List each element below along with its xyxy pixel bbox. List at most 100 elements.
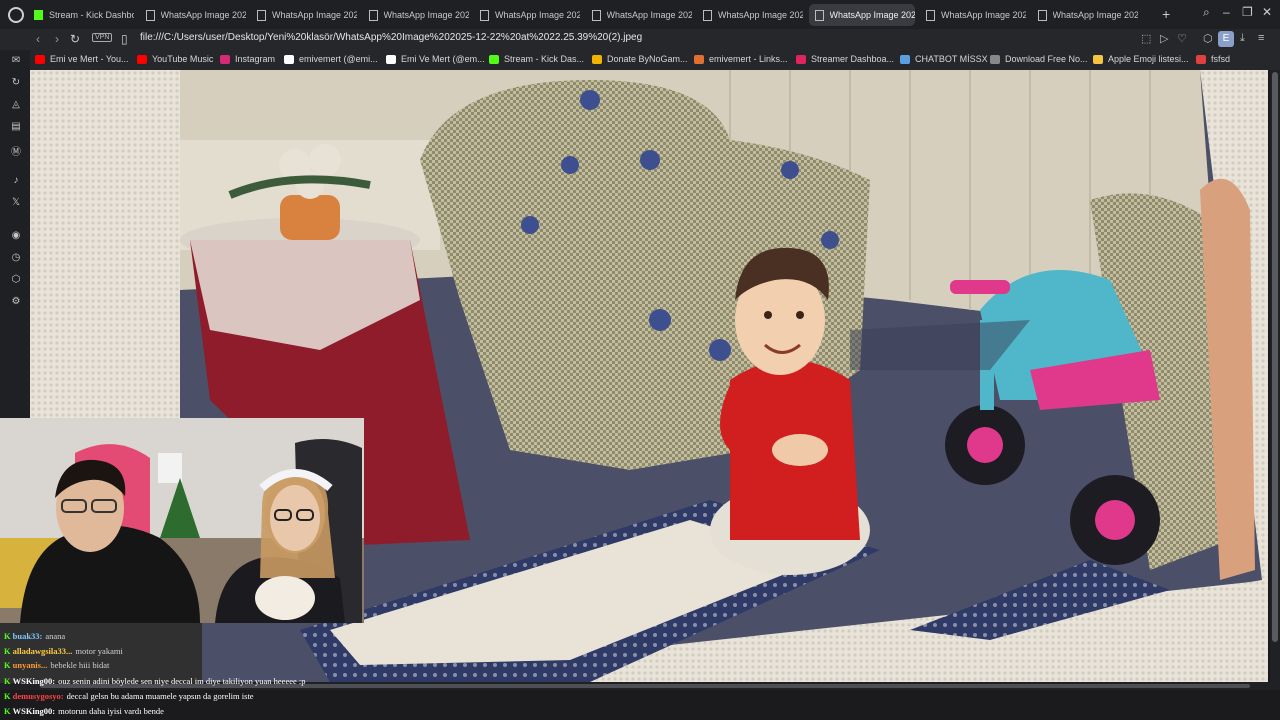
- bookmark-label: CHATBOT MİSSX: [915, 54, 988, 64]
- tiktok-icon[interactable]: ♪: [10, 175, 22, 186]
- bookmark-item[interactable]: fsfsd: [1196, 54, 1230, 64]
- menu-icon[interactable]: ≡: [1258, 32, 1264, 44]
- bookmark-item[interactable]: emivemert - Links...: [694, 54, 788, 64]
- browser-tab[interactable]: Stream - Kick Dashbo: [28, 4, 134, 26]
- document-icon: [368, 9, 378, 21]
- tab-strip: Stream - Kick Dashbo WhatsApp Image 202 Wh…: [0, 0, 1280, 29]
- download-icon[interactable]: ⤓: [1240, 32, 1245, 45]
- chat-message: Kunyanis... bebekle hiii bidat: [4, 660, 109, 670]
- tab-label: WhatsApp Image 202: [272, 10, 357, 20]
- browser-tab[interactable]: WhatsApp Image 202: [1032, 4, 1138, 26]
- history-icon[interactable]: ↻: [10, 77, 22, 88]
- search-icon[interactable]: ⌕: [1203, 5, 1210, 20]
- kick-badge-icon: K: [4, 676, 11, 686]
- tab-label: WhatsApp Image 2025-1: [829, 10, 915, 20]
- m-icon[interactable]: Ⓜ: [10, 143, 22, 158]
- bookmark-item[interactable]: Instagram: [220, 54, 275, 64]
- close-icon[interactable]: ✕: [1262, 5, 1272, 19]
- clock-icon[interactable]: ◷: [10, 252, 22, 263]
- chat-username: demusygosyo:: [12, 691, 64, 701]
- reload-icon[interactable]: ↻: [70, 32, 80, 46]
- extensions-sidebar-icon[interactable]: ⬡: [10, 274, 22, 285]
- chat-username: unyanis...: [12, 660, 48, 670]
- webcam-overlay: [0, 418, 364, 623]
- vertical-scrollbar-thumb[interactable]: [1272, 72, 1278, 642]
- chat-text: motor yakami: [75, 646, 123, 656]
- browser-tab[interactable]: WhatsApp Image 202: [474, 4, 580, 26]
- snapshot-icon[interactable]: ⬚: [1141, 32, 1151, 45]
- kick-badge-icon: K: [4, 631, 11, 641]
- maximize-icon[interactable]: ❐: [1242, 5, 1253, 19]
- bookmark-label: Donate ByNoGam...: [607, 54, 688, 64]
- url-input[interactable]: file:///C:/Users/user/Desktop/Yeni%20kla…: [140, 32, 642, 43]
- bookmark-favicon-icon: [1196, 54, 1206, 64]
- browser-tab[interactable]: WhatsApp Image 2025-1: [808, 4, 915, 26]
- settings-icon[interactable]: ⚙: [10, 296, 22, 307]
- chat-message: K WSKing00: motorun daha iyisi vardı bende: [4, 706, 164, 716]
- bookmark-favicon-icon: [284, 54, 294, 64]
- bookmark-favicon-icon: [220, 54, 230, 64]
- bookmark-item[interactable]: Streamer Dashboa...: [796, 54, 894, 64]
- file-icon: ▯: [121, 32, 128, 46]
- bookmark-favicon-icon: [796, 54, 806, 64]
- chat-username: buak33:: [12, 631, 43, 641]
- bookmark-label: Instagram: [235, 54, 276, 64]
- x-icon[interactable]: 𝕏: [10, 197, 22, 208]
- chat-text: anana: [45, 631, 66, 641]
- bookmark-item[interactable]: Download Free No...: [990, 54, 1088, 64]
- kick-badge-icon: K: [4, 706, 11, 716]
- chat-text: motorun daha iyisi vardı bende: [58, 706, 164, 716]
- bookmark-favicon-icon: [900, 54, 910, 64]
- chat-message: K WSKing00: ouz senin adini böylede sen ni…: [4, 676, 306, 686]
- bookmark-item[interactable]: Donate ByNoGam...: [592, 54, 688, 64]
- vpn-badge[interactable]: VPN: [92, 33, 113, 42]
- browser-tab[interactable]: WhatsApp Image 202: [697, 4, 803, 26]
- tab-label: WhatsApp Image 202: [941, 10, 1026, 20]
- play-icon[interactable]: ▷: [1160, 32, 1168, 45]
- flow-icon[interactable]: ▤: [10, 121, 22, 132]
- bookmark-favicon-icon: [35, 54, 45, 64]
- player-icon[interactable]: ◉: [10, 230, 22, 241]
- back-icon[interactable]: ‹: [36, 32, 40, 46]
- messenger-icon[interactable]: ✉: [10, 55, 22, 66]
- new-tab-button[interactable]: +: [1162, 6, 1170, 22]
- bookmark-item[interactable]: Stream - Kick Das...: [489, 54, 584, 64]
- bookmark-item[interactable]: Emi Ve Mert (@em...: [386, 54, 485, 64]
- tab-label: WhatsApp Image 202: [606, 10, 692, 20]
- chat-message: Kbuak33: anana: [4, 631, 65, 641]
- document-icon: [591, 9, 601, 21]
- kick-badge-icon: K: [4, 660, 11, 670]
- bookmark-label: Download Free No...: [1005, 54, 1088, 64]
- chat-message: Kalladawgsila33... motor yakami: [4, 646, 123, 656]
- bookmark-item[interactable]: CHATBOT MİSSX: [900, 54, 988, 64]
- kick-badge-icon: K: [4, 646, 11, 656]
- browser-tab[interactable]: WhatsApp Image 202: [140, 4, 246, 26]
- bookmark-label: Stream - Kick Das...: [504, 54, 585, 64]
- bookmark-favicon-icon: [137, 54, 147, 64]
- bookmark-item[interactable]: Apple Emoji listesi...: [1093, 54, 1189, 64]
- chat-text: bebekle hiii bidat: [50, 660, 110, 670]
- heart-icon[interactable]: ♡: [1177, 32, 1187, 45]
- bookmark-item[interactable]: emivemert (@emi...: [284, 54, 378, 64]
- aria-icon[interactable]: ◬: [10, 99, 22, 110]
- browser-tab[interactable]: WhatsApp Image 202: [920, 4, 1026, 26]
- bookmark-item[interactable]: Emi ve Mert - You...: [35, 54, 129, 64]
- tab-label: Stream - Kick Dashbo: [49, 10, 134, 20]
- document-icon: [814, 9, 824, 21]
- browser-tab[interactable]: WhatsApp Image 202: [251, 4, 357, 26]
- extensions-icon[interactable]: ⬡: [1203, 32, 1213, 45]
- opera-logo-icon[interactable]: [8, 7, 24, 23]
- browser-tab[interactable]: WhatsApp Image 202: [586, 4, 692, 26]
- minimize-icon[interactable]: –: [1223, 5, 1230, 19]
- profile-avatar[interactable]: E: [1218, 31, 1234, 47]
- forward-icon[interactable]: ›: [55, 32, 59, 46]
- bookmark-label: YouTube Music: [152, 54, 214, 64]
- tab-label: WhatsApp Image 202: [160, 10, 246, 20]
- document-icon: [1037, 9, 1047, 21]
- bookmark-item[interactable]: YouTube Music: [137, 54, 213, 64]
- bookmark-favicon-icon: [694, 54, 704, 64]
- bookmark-favicon-icon: [489, 54, 499, 64]
- chat-username: WSKing00:: [12, 706, 56, 716]
- tab-label: WhatsApp Image 202: [495, 10, 580, 20]
- browser-tab[interactable]: WhatsApp Image 202: [363, 4, 469, 26]
